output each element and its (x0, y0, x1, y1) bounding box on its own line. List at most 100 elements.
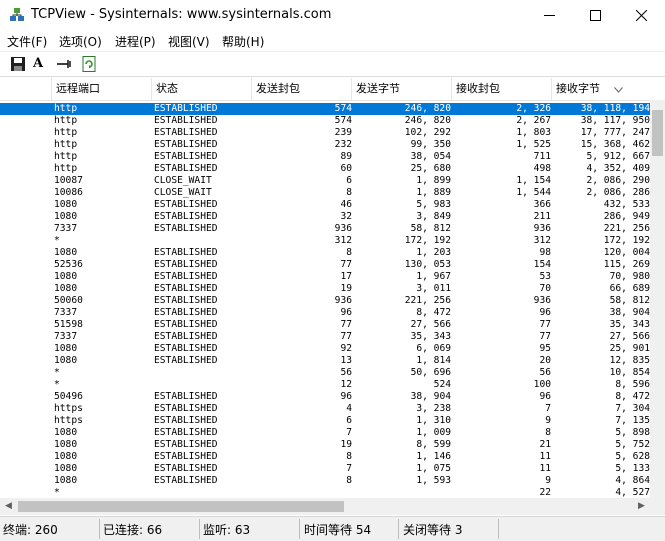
header-sent-bytes[interactable]: 发送字节 (352, 78, 452, 100)
header-state[interactable]: 状态 (152, 78, 252, 100)
status-separator (99, 519, 100, 539)
minimize-button[interactable] (527, 0, 573, 31)
table-row[interactable]: http ESTABLISHED 89 38, 054 711 5, 912, 667 (0, 151, 650, 163)
cell-remote-port: 1080 (54, 427, 78, 438)
table-row[interactable]: 1080 ESTABLISHED 46 5, 983 366 432, 533 (0, 199, 650, 211)
cell-sent-packets: 19 (340, 283, 352, 294)
cell-remote-port: 52536 (54, 259, 83, 270)
status-separator (199, 519, 200, 539)
cell-rcvd-packets: 21 (539, 439, 551, 450)
cell-sent-packets: 60 (340, 163, 352, 174)
cell-sent-packets: 77 (340, 259, 352, 270)
header-remote-port[interactable]: 远程端口 (52, 78, 152, 100)
table-row[interactable]: http ESTABLISHED 574 246, 820 2, 326 38, 118,… (0, 103, 650, 115)
table-row[interactable]: * 312 172, 192 312 172, 192 (0, 235, 650, 247)
cell-sent-bytes: 1, 899 (416, 175, 451, 186)
table-row[interactable]: 1080 ESTABLISHED 17 1, 967 53 70, 980 (0, 271, 650, 283)
table-row[interactable]: 7337 ESTABLISHED 936 58, 812 936 221, 256 (0, 223, 650, 235)
cell-state (154, 367, 250, 379)
cell-remote-port: * (54, 487, 60, 498)
horizontal-scroll-thumb[interactable] (18, 501, 344, 512)
refresh-icon[interactable] (80, 55, 98, 73)
cell-rcvd-bytes: 432, 533 (603, 199, 650, 210)
horizontal-scrollbar[interactable]: ◀ ▶ (0, 498, 650, 515)
cell-rcvd-packets: 20 (539, 355, 551, 366)
table-row[interactable]: 52536 ESTABLISHED 77 130, 053 154 115, 269 (0, 259, 650, 271)
cell-state: ESTABLISHED (154, 427, 218, 438)
table-row[interactable]: 50060 ESTABLISHED 936 221, 256 936 58, 812 (0, 295, 650, 307)
scroll-right-icon[interactable]: ▶ (638, 501, 645, 511)
cell-sent-bytes: 5, 983 (416, 199, 451, 210)
cell-remote-port: http (54, 127, 78, 138)
cell-rcvd-packets: 1, 803 (516, 127, 551, 138)
table-body: http ESTABLISHED 574 246, 820 2, 326 38, 118,… (0, 103, 650, 498)
cell-rcvd-bytes: 15, 368, 462 (580, 139, 650, 150)
cell-remote-port: 10086 (54, 187, 83, 198)
close-button[interactable] (619, 0, 665, 31)
table-row[interactable]: http ESTABLISHED 60 25, 680 498 4, 352, 409 (0, 163, 650, 175)
cell-rcvd-packets: 1, 525 (516, 139, 551, 150)
menu-options[interactable]: 选项(O) (59, 33, 102, 50)
table-row[interactable]: 1080 ESTABLISHED 32 3, 849 211 286, 949 (0, 211, 650, 223)
table-row[interactable]: https ESTABLISHED 6 1, 310 9 7, 135 (0, 415, 650, 427)
maximize-button[interactable] (573, 0, 619, 31)
table-row[interactable]: http ESTABLISHED 232 99, 350 1, 525 15, 368, … (0, 139, 650, 151)
table-row[interactable]: 1080 ESTABLISHED 7 1, 075 11 5, 133 (0, 463, 650, 475)
cell-rcvd-bytes: 5, 752 (615, 439, 650, 450)
header-corner (650, 78, 665, 100)
table-row[interactable]: 51598 ESTABLISHED 77 27, 566 77 35, 343 (0, 319, 650, 331)
table-row[interactable]: http ESTABLISHED 239 102, 292 1, 803 17, 777,… (0, 127, 650, 139)
table-row[interactable]: 7337 ESTABLISHED 96 8, 472 96 38, 904 (0, 307, 650, 319)
table-row[interactable]: 1080 ESTABLISHED 8 1, 203 98 120, 004 (0, 247, 650, 259)
cell-remote-port: http (54, 103, 78, 114)
cell-sent-packets: 8 (346, 475, 352, 486)
menu-process[interactable]: 进程(P) (115, 33, 156, 50)
header-rcvd-packets[interactable]: 接收封包 (452, 78, 552, 100)
cell-rcvd-bytes: 5, 628 (615, 451, 650, 462)
table-row[interactable]: 1080 ESTABLISHED 92 6, 069 95 25, 901 (0, 343, 650, 355)
table-row[interactable]: 7337 ESTABLISHED 77 35, 343 77 27, 566 (0, 331, 650, 343)
table-row[interactable]: http ESTABLISHED 574 246, 820 2, 267 38, 117,… (0, 115, 650, 127)
cell-state: ESTABLISHED (154, 283, 218, 294)
menu-help[interactable]: 帮助(H) (222, 33, 264, 50)
header-rcvd-bytes[interactable]: 接收字节 (552, 78, 650, 100)
cell-remote-port: 1080 (54, 475, 78, 486)
cell-rcvd-packets: 498 (533, 163, 551, 174)
table-row[interactable]: * 12 524 100 8, 596 (0, 379, 650, 391)
cell-rcvd-packets: 11 (539, 463, 551, 474)
table-row[interactable]: * 22 4, 527 (0, 487, 650, 498)
cell-rcvd-packets: 96 (539, 391, 551, 402)
table-row[interactable]: * 56 50, 696 56 10, 854 (0, 367, 650, 379)
cell-rcvd-bytes: 7, 304 (615, 403, 650, 414)
cell-sent-bytes: 172, 192 (404, 235, 451, 246)
header-sent-packets[interactable]: 发送封包 (252, 78, 352, 100)
cell-sent-bytes: 1, 310 (416, 415, 451, 426)
cell-remote-port: 10087 (54, 175, 83, 186)
vertical-scrollbar[interactable] (650, 100, 665, 498)
table-row[interactable]: 10087 CLOSE_WAIT 6 1, 899 1, 154 2, 086, 290 (0, 175, 650, 187)
table-row[interactable]: 1080 ESTABLISHED 19 3, 011 70 66, 689 (0, 283, 650, 295)
table-row[interactable]: 1080 ESTABLISHED 8 1, 146 11 5, 628 (0, 451, 650, 463)
table-row[interactable]: 10086 CLOSE_WAIT 8 1, 889 1, 544 2, 086, 286 (0, 187, 650, 199)
cell-remote-port: 7337 (54, 223, 78, 234)
cell-remote-port: * (54, 235, 60, 246)
table-row[interactable]: 1080 ESTABLISHED 13 1, 814 20 12, 835 (0, 355, 650, 367)
cell-state: CLOSE_WAIT (154, 175, 212, 186)
table-row[interactable]: 1080 ESTABLISHED 19 8, 599 21 5, 752 (0, 439, 650, 451)
table-row[interactable]: https ESTABLISHED 4 3, 238 7 7, 304 (0, 403, 650, 415)
font-button[interactable]: A (33, 56, 51, 74)
menu-view[interactable]: 视图(V) (168, 33, 210, 50)
cell-sent-bytes: 1, 009 (416, 427, 451, 438)
cell-state: ESTABLISHED (154, 403, 218, 414)
table-row[interactable]: 50496 ESTABLISHED 96 38, 904 96 8, 472 (0, 391, 650, 403)
resolve-addresses-icon[interactable] (56, 55, 74, 73)
vertical-scroll-thumb[interactable] (652, 110, 663, 156)
cell-rcvd-packets: 366 (533, 199, 551, 210)
save-icon[interactable] (9, 55, 27, 73)
scroll-left-icon[interactable]: ◀ (5, 501, 12, 511)
cell-sent-packets: 232 (334, 139, 352, 150)
menu-file[interactable]: 文件(F) (7, 33, 47, 50)
table-row[interactable]: 1080 ESTABLISHED 8 1, 593 9 4, 864 (0, 475, 650, 487)
cell-sent-packets: 574 (334, 103, 352, 114)
table-row[interactable]: 1080 ESTABLISHED 7 1, 009 8 5, 898 (0, 427, 650, 439)
